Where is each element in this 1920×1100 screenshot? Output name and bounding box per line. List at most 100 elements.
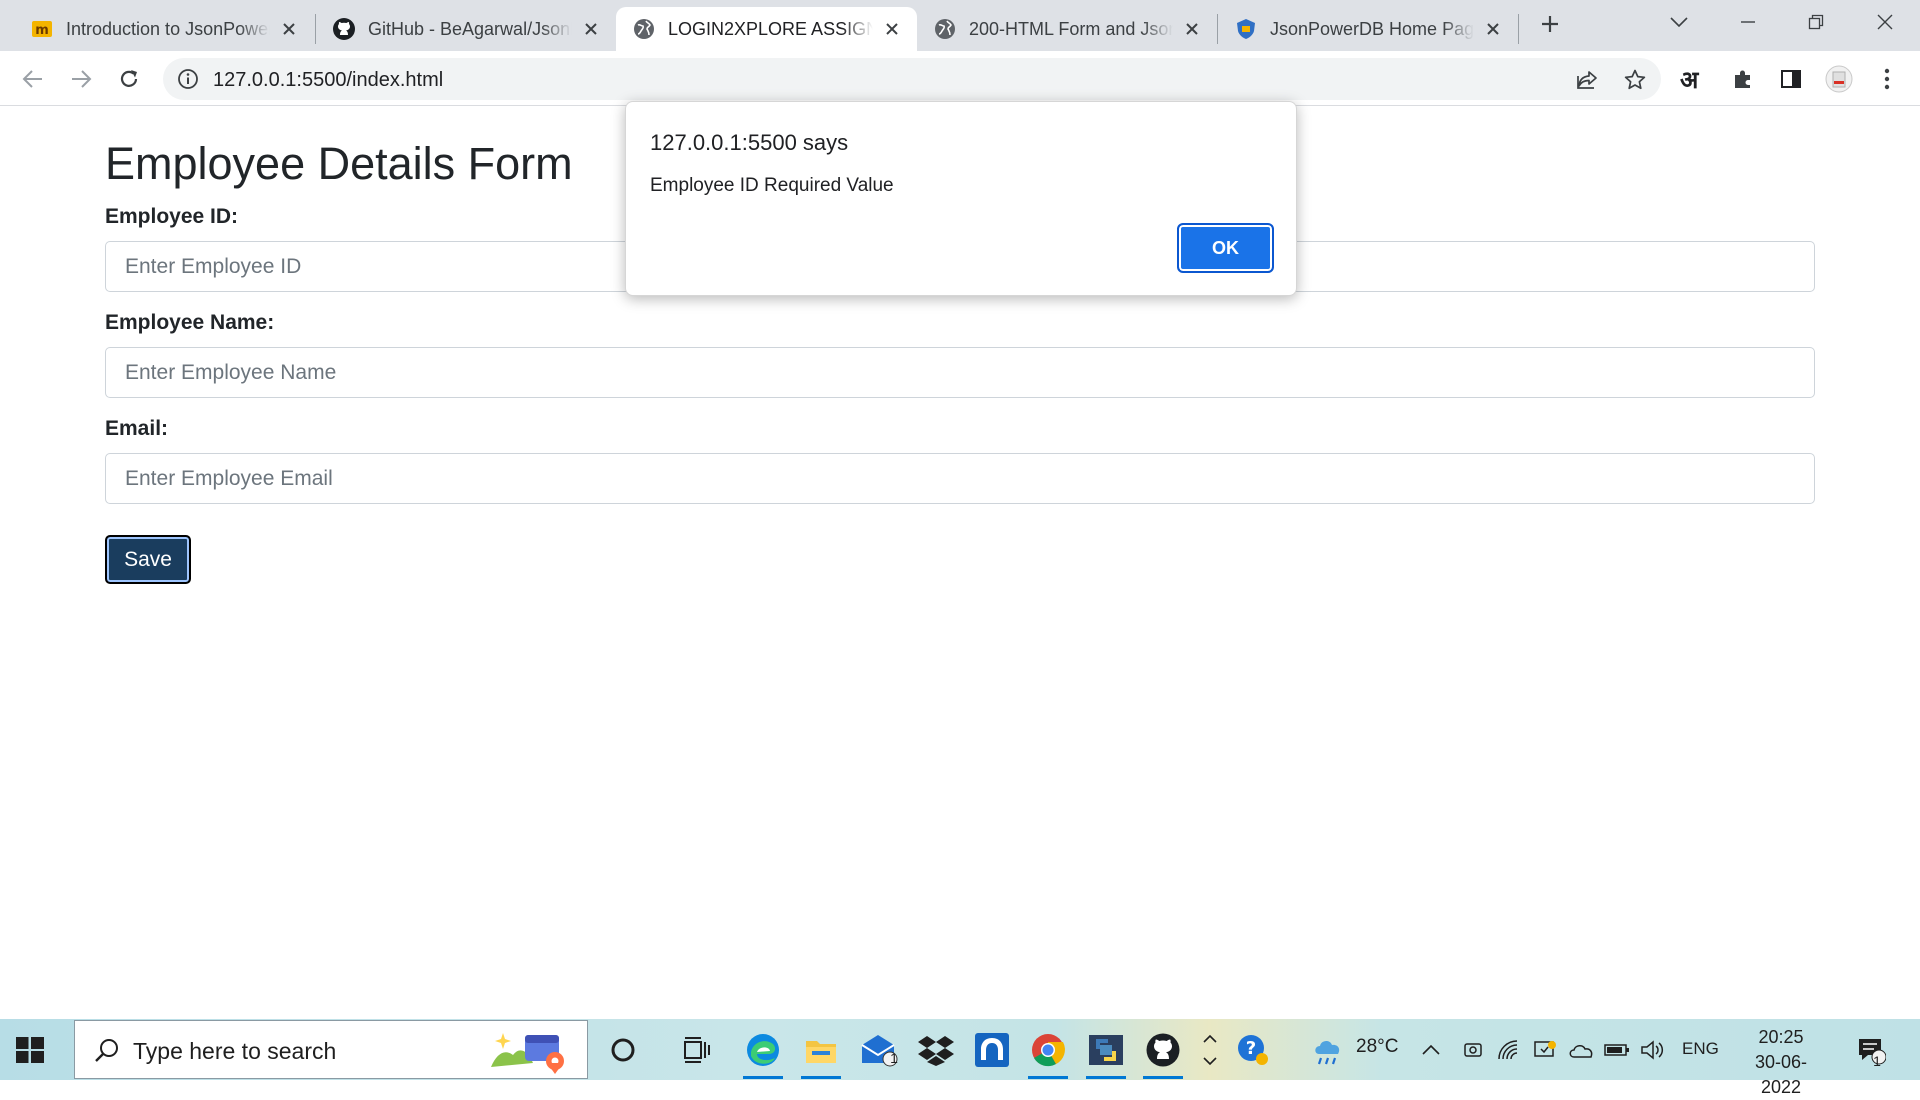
tab-title: LOGIN2XPLORE ASSIGNMENT: [668, 18, 873, 39]
search-icon: [95, 1039, 118, 1062]
chrome-taskbar-button[interactable]: [1029, 1031, 1067, 1069]
tab-title: JsonPowerDB Home Page: [1270, 18, 1474, 39]
chevron-down-icon: [1670, 17, 1688, 27]
address-bar[interactable]: 127.0.0.1:5500/index.html: [163, 58, 1661, 100]
chevron-down-icon: [1203, 1057, 1217, 1066]
help-button[interactable]: ?: [1234, 1031, 1272, 1069]
meet-now-button[interactable]: [1459, 1031, 1487, 1069]
dropbox-icon: [918, 1036, 954, 1066]
github-icon: [1146, 1033, 1180, 1067]
python-icon: [1089, 1035, 1123, 1065]
puzzle-piece-icon: [1735, 70, 1750, 88]
chevron-up-icon: [1422, 1044, 1440, 1055]
browser-menu-button[interactable]: [1872, 64, 1902, 94]
weather-temperature[interactable]: 28°C: [1356, 1036, 1398, 1058]
battery-icon: [1604, 1044, 1629, 1056]
windows-start-icon[interactable]: [14, 1034, 46, 1066]
info-icon[interactable]: [177, 68, 199, 90]
show-hidden-icons-button[interactable]: [1419, 1031, 1443, 1069]
tab-title: GitHub - BeAgarwal/JsonPowerDB: [368, 18, 572, 39]
running-indicator: [1028, 1076, 1068, 1079]
rain-cloud-icon: [1315, 1040, 1340, 1065]
alert-dialog: 127.0.0.1:5500 says Employee ID Required…: [625, 101, 1297, 296]
forward-button[interactable]: [66, 64, 96, 94]
running-indicator: [1143, 1076, 1183, 1079]
close-tab-icon[interactable]: [580, 18, 602, 40]
translate-language-button[interactable]: अ: [1680, 63, 1698, 96]
cortana-button[interactable]: [604, 1031, 642, 1069]
alert-message: Employee ID Required Value: [650, 175, 894, 196]
close-tab-icon[interactable]: [881, 18, 903, 40]
mail-badge: 1: [890, 1050, 898, 1066]
bookmark-star-icon[interactable]: [1623, 68, 1647, 92]
github-desktop-button[interactable]: [1144, 1031, 1182, 1069]
close-tab-icon[interactable]: [1181, 18, 1203, 40]
new-tab-button[interactable]: [1536, 10, 1564, 38]
tab-search-button[interactable]: [1644, 0, 1714, 44]
taskbar-scroll-buttons[interactable]: [1200, 1031, 1220, 1069]
tab-introduction-jsonpowerdb[interactable]: m Introduction to JsonPowerDB: [14, 7, 314, 51]
svg-text:m: m: [35, 23, 49, 38]
minimize-button[interactable]: [1714, 0, 1782, 44]
url-text[interactable]: 127.0.0.1:5500/index.html: [213, 69, 443, 92]
side-panel-button[interactable]: [1776, 64, 1806, 94]
tab-login2xplore-assignment[interactable]: LOGIN2XPLORE ASSIGNMENT: [616, 7, 917, 51]
extensions-button[interactable]: [1728, 64, 1758, 94]
dropbox-button[interactable]: [917, 1031, 955, 1069]
running-indicator: [743, 1076, 783, 1079]
app-shield-icon: [975, 1033, 1009, 1067]
restore-button[interactable]: [1782, 0, 1850, 44]
help-icon: ?: [1238, 1035, 1268, 1065]
onedrive-button[interactable]: [1567, 1031, 1595, 1069]
cortana-circle-icon: [611, 1038, 635, 1062]
running-indicator: [1086, 1076, 1126, 1079]
tab-jsonpowerdb-home[interactable]: JsonPowerDB Home Page: [1218, 7, 1518, 51]
speaker-icon: [1641, 1040, 1664, 1060]
tab-title: 200-HTML Form and JsonPowerDB: [969, 18, 1173, 39]
python-idle-button[interactable]: [1087, 1031, 1125, 1069]
task-view-button[interactable]: [678, 1031, 716, 1069]
tab-title: Introduction to JsonPowerDB: [66, 18, 270, 39]
reload-icon: [120, 70, 138, 87]
github-icon: [332, 17, 356, 41]
share-icon[interactable]: [1575, 68, 1599, 92]
input-language-indicator[interactable]: ENG: [1682, 1039, 1719, 1059]
notification-badge: 1: [1873, 1053, 1881, 1069]
tab-html-form-jsonpowerdb[interactable]: 200-HTML Form and JsonPowerDB: [917, 7, 1217, 51]
tab-github-beagarwal[interactable]: GitHub - BeAgarwal/JsonPowerDB: [316, 7, 616, 51]
close-tab-icon[interactable]: [1482, 18, 1504, 40]
search-placeholder: Type here to search: [133, 1038, 337, 1064]
signal-app-button[interactable]: [973, 1031, 1011, 1069]
minimize-icon: [1741, 21, 1755, 23]
profile-button[interactable]: [1824, 64, 1854, 94]
close-icon: [1877, 14, 1893, 30]
task-view-icon: [684, 1037, 710, 1063]
taskbar-clock[interactable]: 20:25 30-06-2022: [1736, 1025, 1826, 1100]
arrow-right-icon: [72, 70, 92, 88]
save-button[interactable]: Save: [105, 535, 191, 584]
svg-text:?: ?: [1246, 1038, 1256, 1059]
update-tray-button[interactable]: [1531, 1031, 1559, 1069]
battery-button[interactable]: [1603, 1031, 1631, 1069]
employee-name-input[interactable]: [105, 347, 1815, 398]
ok-button[interactable]: OK: [1177, 223, 1274, 273]
back-button[interactable]: [18, 64, 48, 94]
email-input[interactable]: [105, 453, 1815, 504]
close-window-button[interactable]: [1850, 0, 1920, 44]
chrome-icon: [1032, 1034, 1065, 1067]
volume-button[interactable]: [1639, 1031, 1667, 1069]
side-panel-icon: [1781, 70, 1801, 88]
jpdb-shield-icon: [1234, 17, 1258, 41]
network-button[interactable]: [1495, 1031, 1523, 1069]
taskbar-search-box[interactable]: Type here to search: [74, 1020, 588, 1079]
reload-button[interactable]: [114, 64, 144, 94]
edge-taskbar-button[interactable]: [744, 1031, 782, 1069]
device-update-icon: [1534, 1041, 1556, 1057]
running-indicator: [801, 1076, 841, 1079]
weather-widget-icon[interactable]: [1310, 1031, 1348, 1069]
employee-name-label: Employee Name:: [105, 311, 275, 334]
meet-now-icon: [1464, 1043, 1482, 1057]
restore-icon: [1808, 14, 1824, 30]
file-explorer-button[interactable]: [802, 1031, 840, 1069]
close-tab-icon[interactable]: [278, 18, 300, 40]
